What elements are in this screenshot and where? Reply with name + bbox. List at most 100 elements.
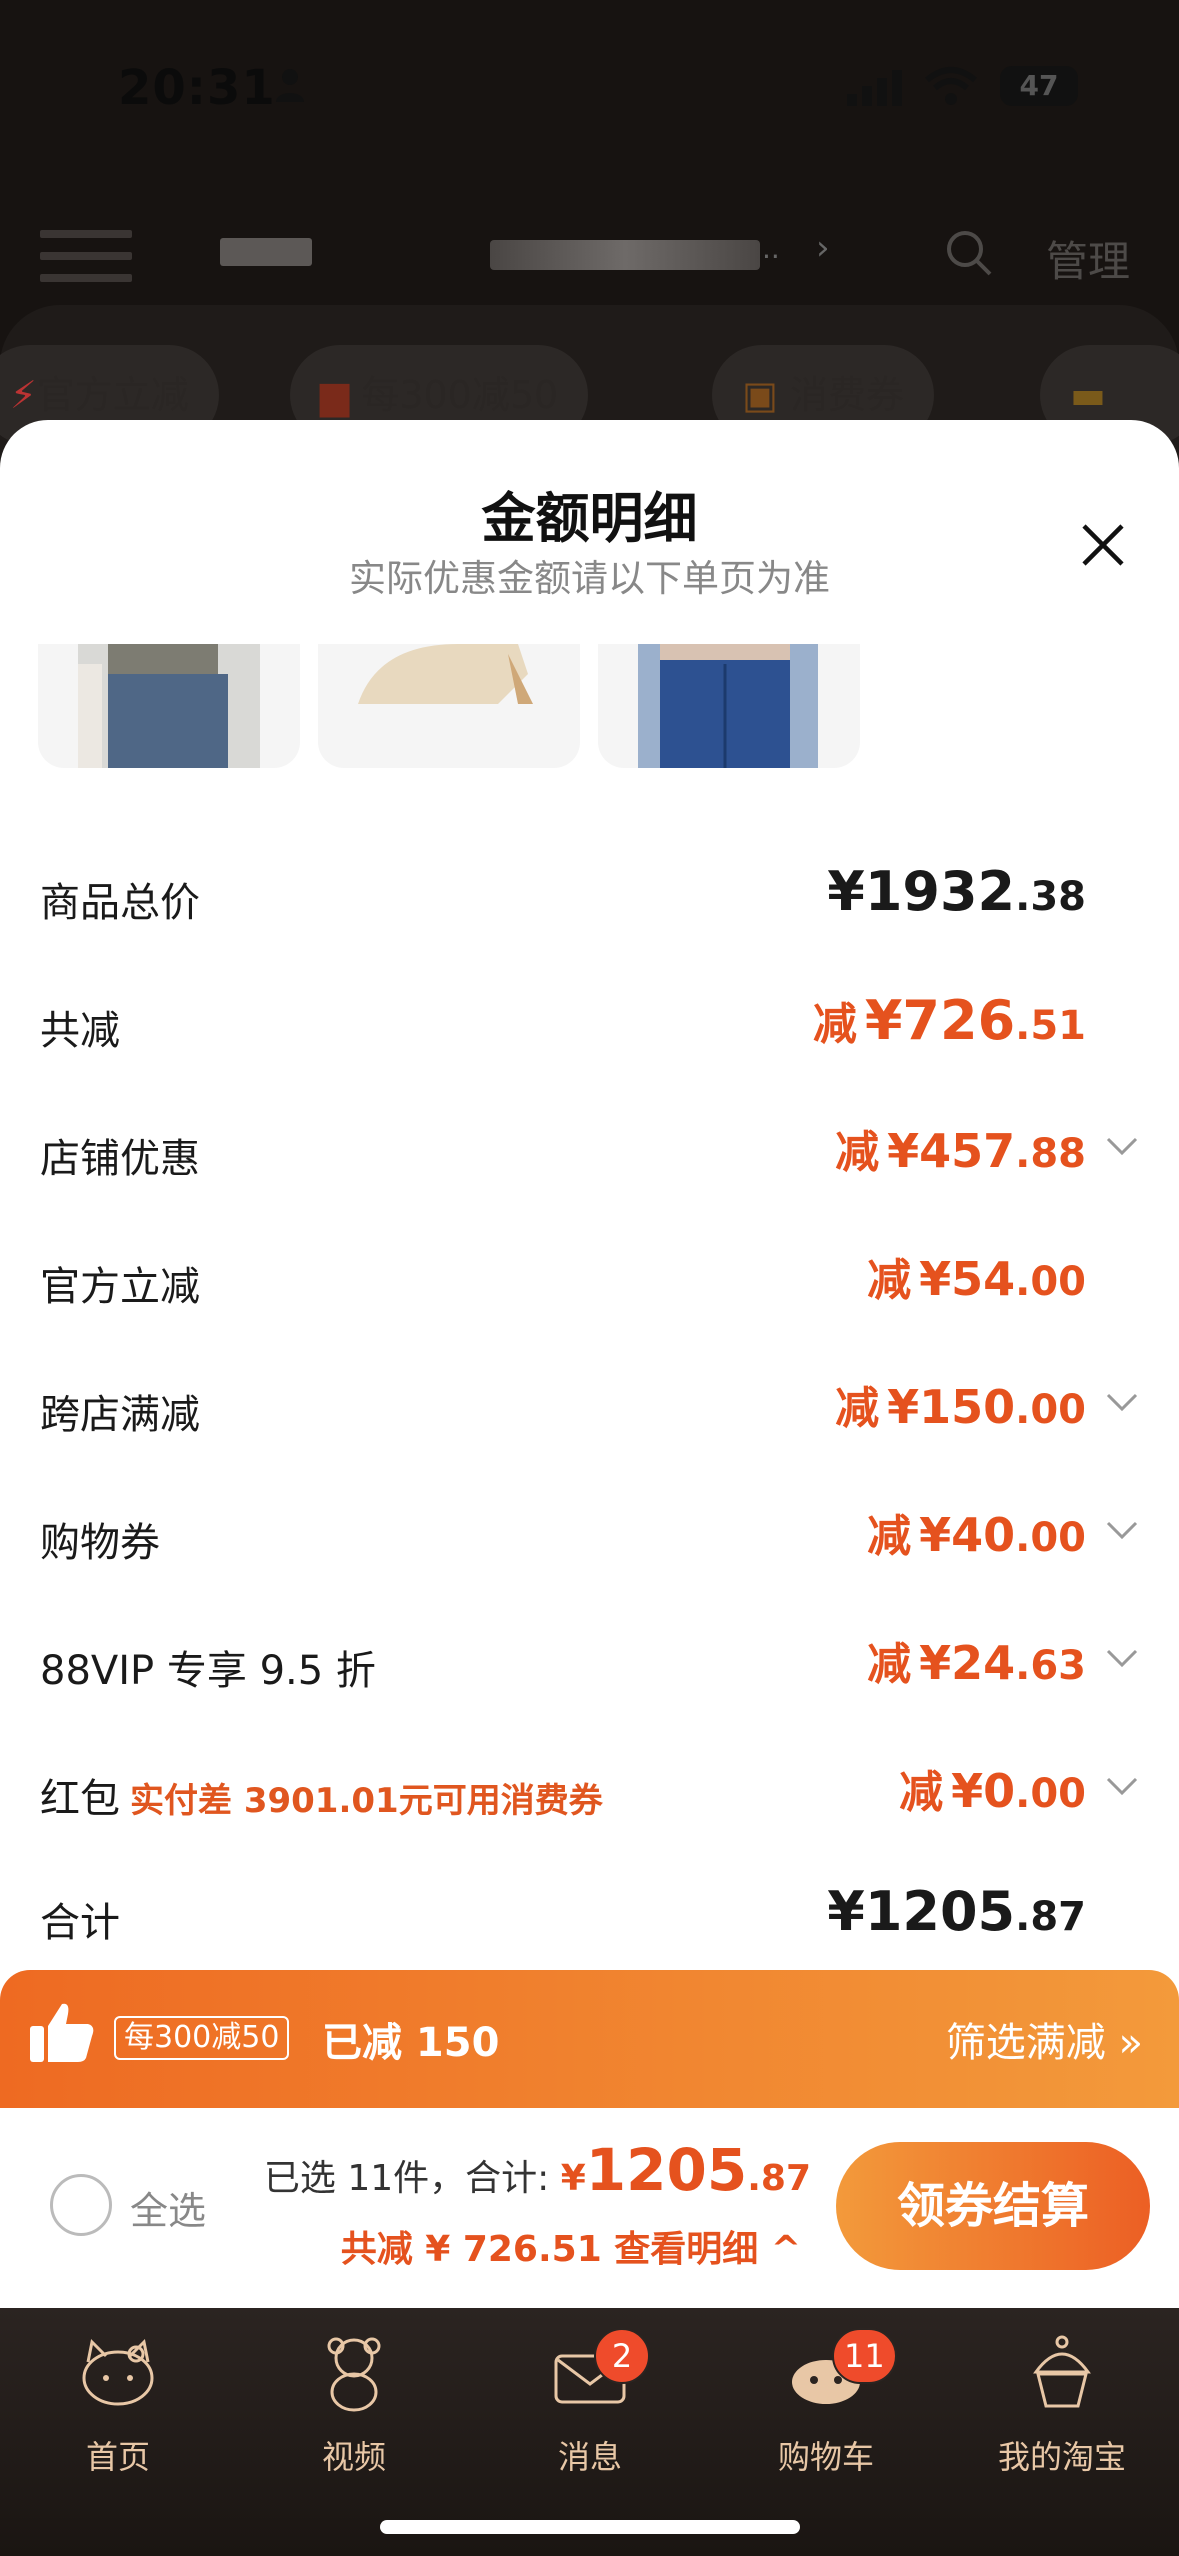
tab-label: 首页 <box>85 2438 150 2476</box>
row-value: 减 ¥726.51 <box>813 988 1086 1052</box>
product-image <box>638 644 818 768</box>
row-value: 减 ¥0.00 <box>899 1756 1086 1820</box>
value-decimal: .87 <box>1015 1894 1086 1940</box>
address-ellipsis: .. <box>762 232 780 265</box>
cupcake-icon <box>1033 2335 1091 2408</box>
folder-icon: ▬ <box>1070 373 1106 417</box>
value-integer: ¥457 <box>887 1124 1016 1178</box>
value-decimal: .00 <box>1015 1771 1086 1817</box>
promo-banner[interactable]: 每300减50 已减 150 筛选满减 » <box>0 1970 1179 2108</box>
row-value: 减 ¥40.00 <box>867 1500 1086 1564</box>
tab-my-taobao[interactable]: 我的淘宝 <box>944 2308 1179 2508</box>
cart-badge: 11 <box>832 2328 897 2384</box>
sheet-subtitle: 实际优惠金额请以下单页为准 <box>349 557 830 600</box>
value-integer: ¥726 <box>864 989 1016 1052</box>
top-nav: .. › 管理 <box>0 210 1179 300</box>
promo-tag: 每300减50 <box>114 2016 290 2060</box>
row-label: 商品总价 <box>40 880 200 926</box>
row-shop-discount[interactable]: 店铺优惠 减 ¥457.88 <box>40 1116 1140 1196</box>
tab-label: 我的淘宝 <box>997 2438 1126 2476</box>
value-integer: ¥0 <box>951 1764 1016 1818</box>
filter-discount-link[interactable]: 筛选满减 » <box>946 2010 1143 2068</box>
tab-video[interactable]: 视频 <box>236 2308 472 2508</box>
row-88vip-discount[interactable]: 88VIP 专享 9.5 折 减 ¥24.63 <box>40 1628 1140 1708</box>
tab-label: 购物车 <box>777 2438 874 2476</box>
row-cross-store-discount[interactable]: 跨店满减 减 ¥150.00 <box>40 1372 1140 1452</box>
value-prefix: 减 <box>899 1767 944 1818</box>
teddy-bear-icon <box>327 2337 381 2412</box>
chevron-down-icon[interactable] <box>1104 1390 1140 1414</box>
tab-label: 消息 <box>557 2438 622 2476</box>
row-label: 官方立减 <box>40 1264 200 1310</box>
status-time: 20:31 <box>118 60 276 116</box>
product-thumbnail[interactable] <box>318 644 580 768</box>
sheet-title: 金额明细 <box>481 487 698 550</box>
product-thumbnail[interactable] <box>598 644 860 768</box>
promo-applied: 已减 150 <box>322 2020 500 2066</box>
red-packet-label: 红包 <box>40 1776 120 1822</box>
row-grand-total: 合计 ¥1205.87 <box>40 1880 1140 1960</box>
row-value: 减 ¥24.63 <box>867 1628 1086 1692</box>
value-prefix: 减 <box>812 999 857 1050</box>
product-image <box>358 644 533 704</box>
tab-home[interactable]: 首页 <box>0 2308 236 2508</box>
value-decimal: .00 <box>1015 1387 1086 1433</box>
tab-label: 视频 <box>321 2438 386 2476</box>
select-all-label[interactable]: 全选 <box>130 2180 206 2235</box>
row-shopping-voucher[interactable]: 购物券 减 ¥40.00 <box>40 1500 1140 1580</box>
value-decimal: .00 <box>1015 1259 1086 1305</box>
blurred-text <box>220 238 312 266</box>
view-details-link[interactable]: 共减 ¥ 726.51 查看明细 ^ <box>341 2220 801 2272</box>
total-integer: 1205 <box>585 2136 748 2204</box>
tab-cart[interactable]: 11 购物车 <box>708 2308 944 2508</box>
checkout-bar: 全选 已选 11件，合计: ¥1205.87 共减 ¥ 726.51 查看明细 … <box>0 2108 1179 2308</box>
status-bar: 20:31 47 <box>0 0 1179 150</box>
value-integer: ¥24 <box>919 1636 1016 1690</box>
close-icon[interactable] <box>1078 520 1128 570</box>
value-integer: ¥1205 <box>827 1880 1016 1943</box>
row-label: 购物券 <box>40 1520 160 1566</box>
row-goods-total: 商品总价 ¥1932.38 <box>40 860 1140 940</box>
chevron-down-icon[interactable] <box>1104 1134 1140 1158</box>
thumbs-up-icon <box>30 2003 94 2062</box>
menu-icon[interactable] <box>40 230 132 292</box>
total-decimal: .87 <box>747 2158 811 2199</box>
value-prefix: 减 <box>867 1255 912 1306</box>
chevron-down-icon[interactable] <box>1104 1646 1140 1670</box>
value-decimal: .38 <box>1015 874 1086 920</box>
value-prefix: 减 <box>867 1639 912 1690</box>
select-all-checkbox[interactable] <box>50 2174 112 2236</box>
manage-button[interactable]: 管理 <box>1046 228 1130 289</box>
tab-messages[interactable]: 2 消息 <box>472 2308 708 2508</box>
hello-kitty-icon <box>82 2338 154 2406</box>
tab-bar: 首页 视频 2 消息 11 购物车 我的淘宝 <box>0 2308 1179 2556</box>
value-integer: ¥40 <box>919 1508 1016 1562</box>
row-total-discount: 共减 减 ¥726.51 <box>40 988 1140 1068</box>
search-icon[interactable] <box>944 228 994 278</box>
row-label: 共减 <box>40 1008 120 1054</box>
shop-icon: ▆ <box>320 373 362 417</box>
home-indicator <box>380 2520 800 2534</box>
row-value: 减 ¥54.00 <box>867 1244 1086 1308</box>
row-red-packet[interactable]: 红包 实付差 3901.01元可用消费券 减 ¥0.00 <box>40 1756 1140 1836</box>
row-label: 合计 <box>40 1900 120 1946</box>
message-badge: 2 <box>594 2328 650 2384</box>
product-thumbnail[interactable] <box>38 644 300 768</box>
blurred-address[interactable] <box>490 240 760 270</box>
person-icon <box>276 69 304 102</box>
value-decimal: .51 <box>1015 1003 1086 1049</box>
selected-count: 已选 11件，合计: <box>263 2158 550 2199</box>
wifi-icon <box>925 67 977 105</box>
voucher-icon: ▣ <box>742 373 790 417</box>
lightning-icon: ⚡ <box>10 373 37 417</box>
chevron-down-icon[interactable] <box>1104 1774 1140 1798</box>
selected-summary: 已选 11件，合计: ¥1205.87 <box>264 2136 811 2204</box>
chevron-down-icon[interactable] <box>1104 1518 1140 1542</box>
checkout-button[interactable]: 领券结算 <box>836 2142 1150 2270</box>
row-value: 减 ¥457.88 <box>835 1116 1086 1180</box>
chevron-right-icon: › <box>816 228 830 268</box>
row-label: 店铺优惠 <box>40 1136 200 1182</box>
row-official-discount: 官方立减 减 ¥54.00 <box>40 1244 1140 1324</box>
red-packet-note: 实付差 3901.01元可用消费券 <box>130 1781 603 1821</box>
row-value: 减 ¥150.00 <box>835 1372 1086 1436</box>
